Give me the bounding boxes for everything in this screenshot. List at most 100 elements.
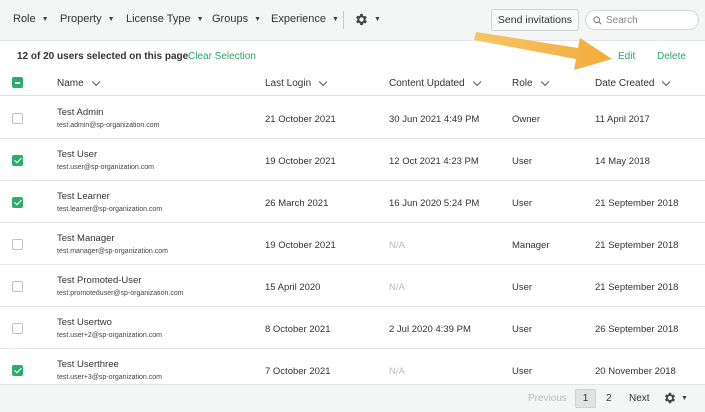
groups-filter[interactable]: Groups ▼: [212, 13, 261, 25]
filter-divider: [343, 11, 344, 29]
caret-down-icon: ▼: [41, 15, 49, 23]
user-role: User: [512, 198, 533, 209]
experience-filter-label: Experience: [271, 13, 327, 25]
date-created: 21 September 2018: [595, 282, 679, 293]
content-updated: N/A: [389, 240, 405, 251]
table-row[interactable]: Test Admin test.admin@sp-organization.co…: [0, 97, 705, 139]
caret-down-icon: ▼: [374, 16, 381, 23]
row-checkbox[interactable]: [12, 365, 23, 376]
content-updated: 12 Oct 2021 4:23 PM: [389, 156, 479, 167]
user-name: Test Promoted-User: [57, 275, 142, 286]
table-row[interactable]: Test Promoted-User test.promoteduser@sp-…: [0, 265, 705, 307]
user-name: Test Admin: [57, 107, 104, 118]
delete-link[interactable]: Delete: [657, 51, 686, 62]
settings-filter[interactable]: ▼: [354, 12, 381, 27]
edit-link[interactable]: Edit: [618, 51, 635, 62]
gear-icon: [356, 13, 367, 26]
row-checkbox[interactable]: [12, 113, 23, 124]
column-header-last-login[interactable]: Last Login: [265, 77, 328, 89]
user-email: test.promoteduser@sp-organization.com: [57, 290, 184, 297]
caret-down-icon: ▼: [681, 394, 688, 402]
role-filter-label: Role: [13, 13, 36, 25]
caret-down-icon: ▼: [254, 15, 262, 23]
groups-filter-label: Groups: [212, 13, 249, 25]
user-name: Test Userthree: [57, 359, 119, 370]
table-row[interactable]: Test Manager test.manager@sp-organizatio…: [0, 223, 705, 265]
column-header-name[interactable]: Name: [57, 77, 101, 89]
selection-count: 12 of 20 users selected on this page: [17, 51, 189, 62]
row-checkbox[interactable]: [12, 323, 23, 334]
table-settings-button[interactable]: ▼: [663, 391, 688, 405]
experience-filter[interactable]: Experience ▼: [271, 13, 339, 25]
user-role: User: [512, 366, 533, 377]
select-all-checkbox[interactable]: [12, 77, 23, 88]
column-header-last-login-label: Last Login: [265, 78, 312, 89]
license-type-filter[interactable]: License Type ▼: [126, 13, 204, 25]
user-email: test.user+3@sp-organization.com: [57, 374, 162, 381]
user-email: test.admin@sp-organization.com: [57, 122, 160, 129]
property-filter-label: Property: [60, 13, 102, 25]
user-role: User: [512, 156, 533, 167]
table-row[interactable]: Test Usertwo test.user+2@sp-organization…: [0, 307, 705, 349]
property-filter[interactable]: Property ▼: [60, 13, 115, 25]
role-filter[interactable]: Role ▼: [13, 13, 49, 25]
user-role: Manager: [512, 240, 550, 251]
table-row[interactable]: Test Learner test.learner@sp-organizatio…: [0, 181, 705, 223]
page-1-button[interactable]: 1: [575, 389, 596, 408]
content-updated: 2 Jul 2020 4:39 PM: [389, 324, 471, 335]
user-email: test.user+2@sp-organization.com: [57, 332, 162, 339]
column-header-name-label: Name: [57, 78, 84, 89]
date-created: 26 September 2018: [595, 324, 679, 335]
row-checkbox[interactable]: [12, 281, 23, 292]
user-name: Test Usertwo: [57, 317, 112, 328]
column-header-date-created[interactable]: Date Created: [595, 77, 671, 89]
caret-down-icon: ▼: [332, 15, 339, 23]
user-email: test.user@sp-organization.com: [57, 164, 154, 171]
user-email: test.learner@sp-organization.com: [57, 206, 163, 213]
user-name: Test User: [57, 149, 98, 160]
arrow-annotation-icon: [474, 32, 612, 70]
chevron-down-icon: [472, 77, 481, 86]
user-name: Test Learner: [57, 191, 110, 202]
last-login: 21 October 2021: [265, 114, 336, 125]
user-role: Owner: [512, 114, 540, 125]
chevron-down-icon: [662, 77, 671, 86]
clear-selection-link[interactable]: Clear Selection: [188, 51, 256, 62]
content-updated: 30 Jun 2021 4:49 PM: [389, 114, 480, 125]
next-page-button[interactable]: Next: [629, 393, 650, 404]
column-header-date-created-label: Date Created: [595, 78, 655, 89]
table-row[interactable]: Test User test.user@sp-organization.com …: [0, 139, 705, 181]
column-header-role-label: Role: [512, 78, 533, 89]
license-type-filter-label: License Type: [126, 13, 191, 25]
date-created: 14 May 2018: [595, 156, 650, 167]
user-role: User: [512, 324, 533, 335]
column-header-content-updated[interactable]: Content Updated: [389, 77, 481, 89]
column-header-content-updated-label: Content Updated: [389, 78, 465, 89]
pagination-bar: Previous 1 2 Next ▼: [0, 384, 705, 412]
search-input[interactable]: [606, 14, 686, 26]
content-updated: N/A: [389, 282, 405, 293]
user-email: test.manager@sp-organization.com: [57, 248, 168, 255]
date-created: 20 November 2018: [595, 366, 676, 377]
last-login: 19 October 2021: [265, 240, 336, 251]
caret-down-icon: ▼: [196, 15, 204, 23]
chevron-down-icon: [91, 77, 101, 86]
last-login: 19 October 2021: [265, 156, 336, 167]
chevron-down-icon: [540, 77, 549, 86]
user-role: User: [512, 282, 533, 293]
caret-down-icon: ▼: [107, 15, 115, 23]
content-updated: N/A: [389, 366, 405, 377]
chevron-down-icon: [319, 77, 328, 86]
last-login: 26 March 2021: [265, 198, 329, 209]
previous-page-button[interactable]: Previous: [528, 393, 567, 404]
search-icon: [593, 15, 602, 25]
row-checkbox[interactable]: [12, 239, 23, 250]
date-created: 21 September 2018: [595, 240, 679, 251]
page-2-button[interactable]: 2: [606, 393, 612, 404]
date-created: 21 September 2018: [595, 198, 679, 209]
user-name: Test Manager: [57, 233, 115, 244]
content-updated: 16 Jun 2020 5:24 PM: [389, 198, 480, 209]
row-checkbox[interactable]: [12, 197, 23, 208]
row-checkbox[interactable]: [12, 155, 23, 166]
column-header-role[interactable]: Role: [512, 77, 549, 89]
